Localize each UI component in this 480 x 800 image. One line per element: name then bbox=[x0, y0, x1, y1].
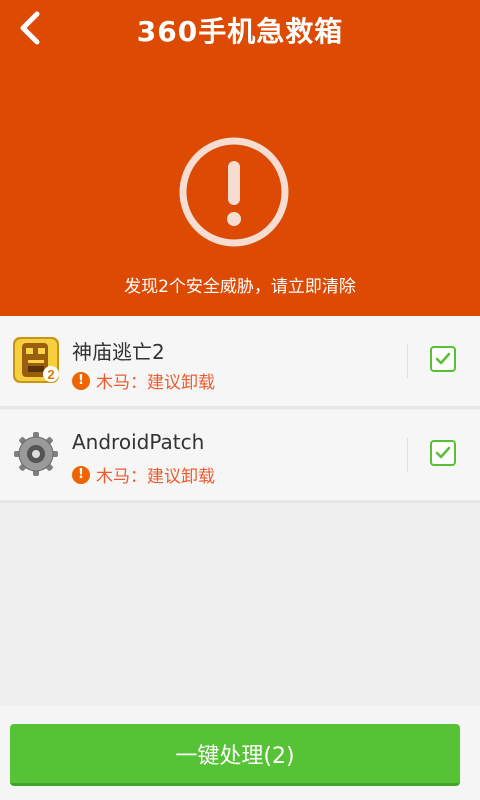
app-name: 神庙逃亡2 bbox=[72, 340, 165, 364]
select-checkbox[interactable] bbox=[430, 440, 456, 466]
threat-label: 木马：建议卸载 bbox=[96, 373, 215, 393]
page-title: 360手机急救箱 bbox=[136, 15, 344, 48]
warning-icon: ! bbox=[72, 371, 90, 390]
one-click-fix-button[interactable]: 一键处理(2) bbox=[10, 724, 460, 786]
threat-info: ! 木马：建议卸载 bbox=[72, 462, 215, 487]
gear-app-icon bbox=[14, 432, 58, 476]
divider bbox=[407, 438, 408, 472]
checkmark-icon bbox=[435, 352, 451, 365]
temple-run-2-app-icon: 2 bbox=[13, 337, 59, 383]
checkmark-icon bbox=[435, 446, 451, 459]
select-checkbox[interactable] bbox=[430, 346, 456, 372]
header: 360手机急救箱 发现2个安全威胁，请立即清除 bbox=[0, 0, 480, 316]
svg-text:2: 2 bbox=[47, 367, 54, 382]
warning-icon: ! bbox=[72, 465, 90, 484]
exclamation-circle-icon bbox=[179, 137, 289, 247]
divider bbox=[407, 344, 408, 378]
threat-info: ! 木马：建议卸载 bbox=[72, 368, 215, 393]
threat-list: 2 神庙逃亡2 ! 木马：建议卸载 AndroidPatch ! 木马：建议卸载 bbox=[0, 316, 480, 503]
threat-label: 木马：建议卸载 bbox=[96, 467, 215, 487]
list-item[interactable]: AndroidPatch ! 木马：建议卸载 bbox=[0, 410, 480, 503]
app-name: AndroidPatch bbox=[72, 430, 205, 454]
threat-summary: 发现2个安全威胁，请立即清除 bbox=[124, 277, 356, 297]
list-item[interactable]: 2 神庙逃亡2 ! 木马：建议卸载 bbox=[0, 316, 480, 409]
